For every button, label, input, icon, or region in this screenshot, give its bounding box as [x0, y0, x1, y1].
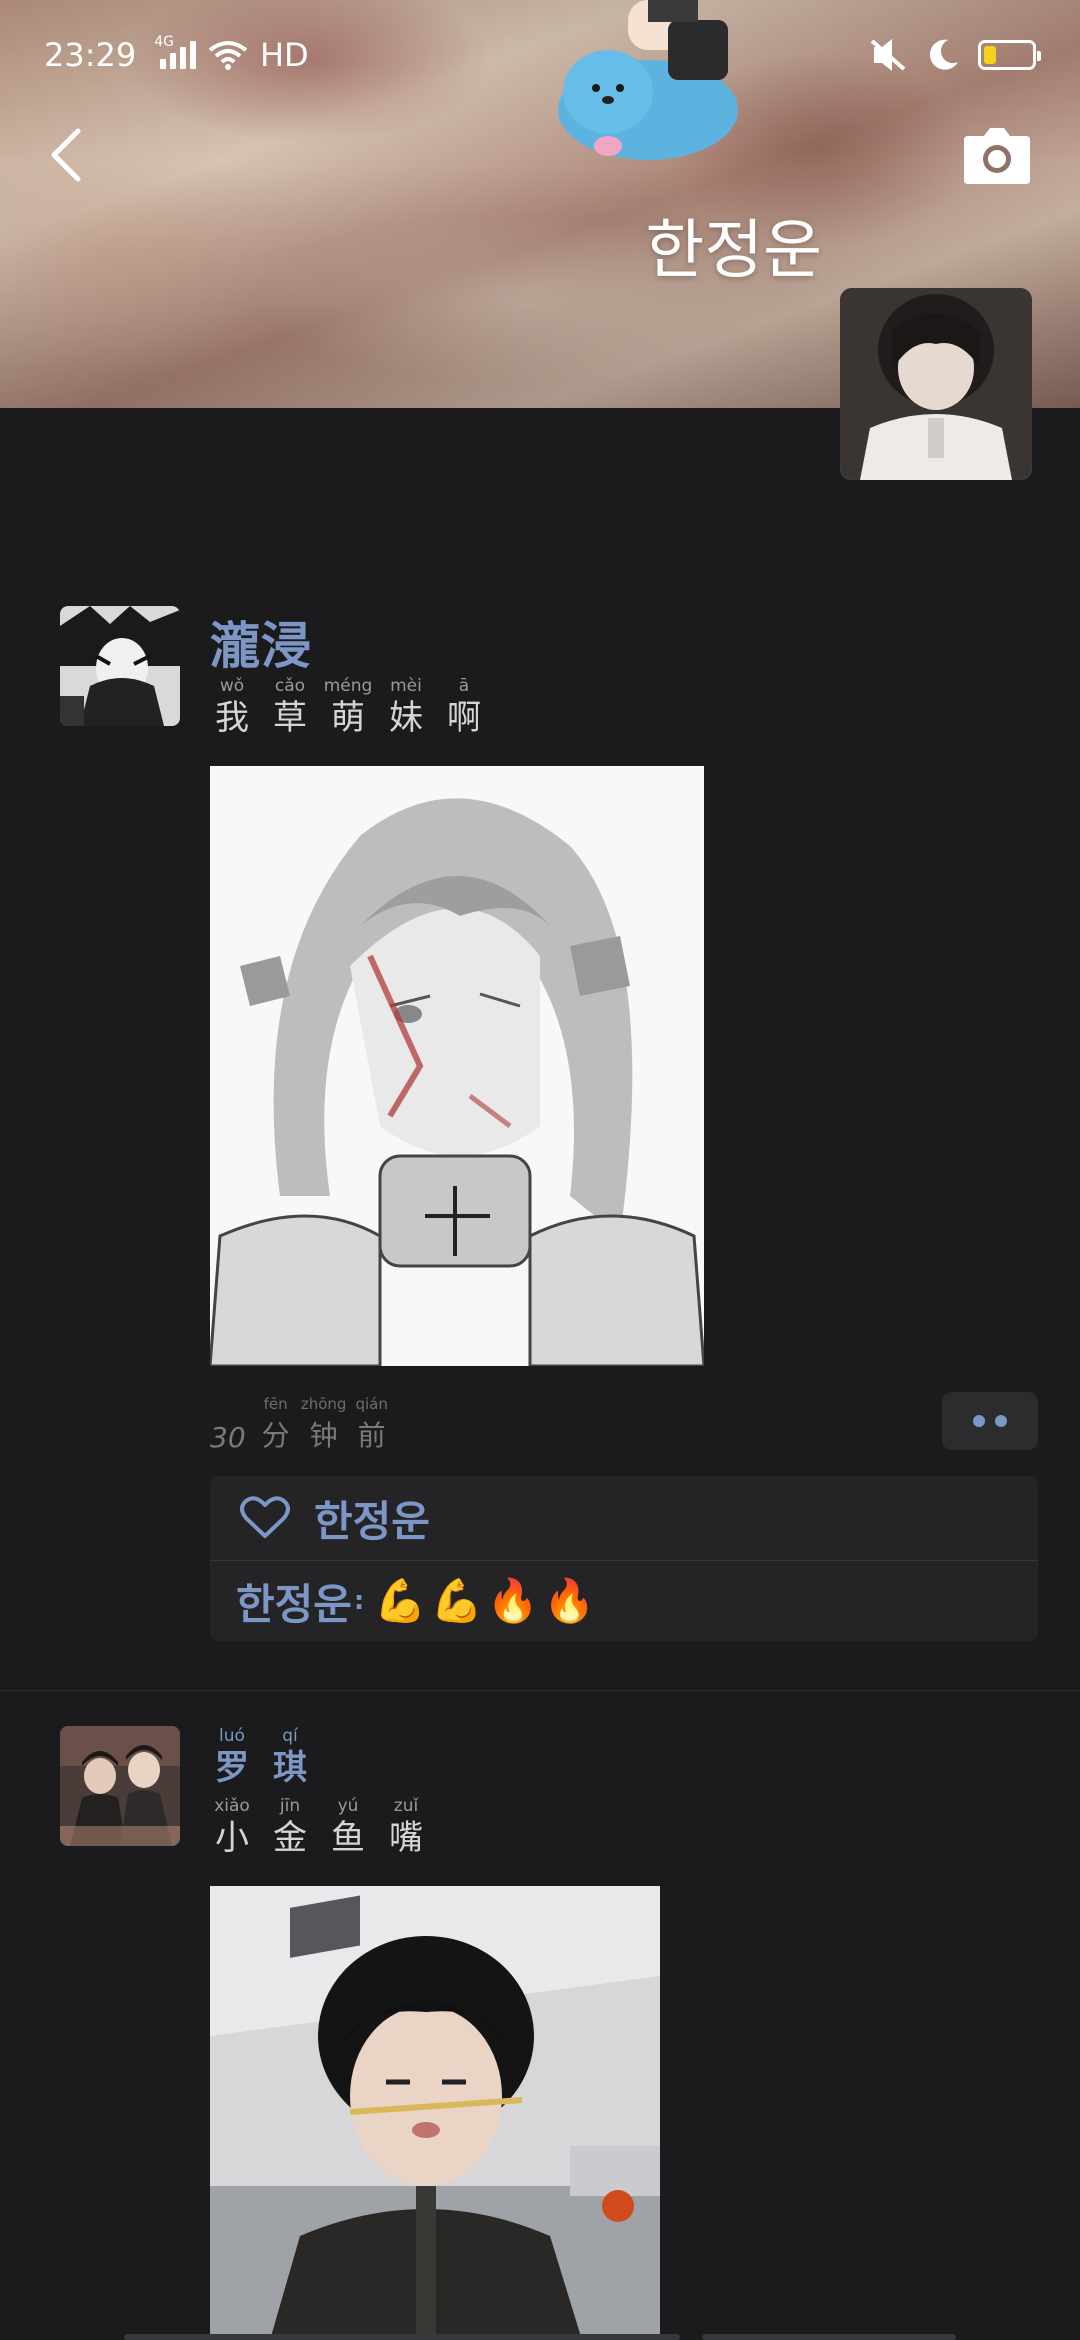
- ruby-char: mèi 妹: [384, 676, 428, 738]
- time-number: 30: [210, 1421, 246, 1454]
- likes-comments-box: 한정운 한정운 : 💪💪🔥🔥: [210, 1476, 1038, 1641]
- feed-divider: [0, 1690, 1080, 1691]
- hd-indicator: HD: [259, 36, 309, 74]
- ruby-char: zuǐ 嘴: [384, 1796, 428, 1858]
- heart-icon: [240, 1496, 290, 1538]
- more-actions-button[interactable]: [942, 1392, 1038, 1450]
- post-author-avatar[interactable]: [60, 606, 180, 726]
- wifi-icon: [208, 41, 248, 70]
- hanzi: 钟: [309, 1419, 338, 1452]
- moon-icon: [929, 39, 958, 70]
- profile-name[interactable]: 한정운: [645, 206, 822, 296]
- comment-item[interactable]: 한정운 : 💪💪🔥🔥: [210, 1561, 1038, 1641]
- hanzi: 小: [215, 1818, 249, 1858]
- ruby-char: méng 萌: [323, 676, 373, 738]
- pinyin: jīn: [279, 1796, 301, 1816]
- hanzi: 分: [261, 1419, 290, 1452]
- ruby-char: zhōng 钟: [300, 1394, 347, 1456]
- photo-image: [210, 1886, 660, 2340]
- hanzi: 嘴: [389, 1818, 423, 1858]
- mute-icon: [870, 39, 906, 71]
- back-button[interactable]: [36, 120, 96, 190]
- profile-avatar[interactable]: [840, 288, 1032, 480]
- status-left: 23:29 4G HD: [44, 34, 309, 74]
- dot-icon: [995, 1415, 1007, 1427]
- ruby-char: qián 前: [350, 1394, 394, 1456]
- pinyin: wǒ: [219, 676, 245, 696]
- hanzi: 前: [357, 1419, 386, 1452]
- ruby-char: fēn 分: [254, 1394, 298, 1456]
- post-author-avatar[interactable]: [60, 1726, 180, 1846]
- drawing-image: [210, 766, 704, 1366]
- ruby-char: wǒ 我: [210, 676, 254, 738]
- post-content: wǒ 我 cǎo 草 méng 萌 mèi 妹 ā 啊: [210, 676, 486, 738]
- bottom-toolbar-hint: [124, 2334, 680, 2340]
- post-content: xiǎo 小 jīn 金 yú 鱼 zuǐ 嘴: [210, 1796, 428, 1858]
- pinyin: ā: [458, 676, 470, 696]
- status-time: 23:29: [44, 36, 137, 74]
- status-right: [868, 37, 1041, 73]
- pinyin: zuǐ: [393, 1796, 419, 1816]
- ruby-char: xiǎo 小: [210, 1796, 254, 1858]
- pinyin: méng: [323, 676, 373, 696]
- battery-icon: [978, 40, 1041, 70]
- hanzi: 啊: [447, 698, 481, 738]
- pinyin: luó: [219, 1726, 245, 1746]
- hanzi: 金: [273, 1818, 307, 1858]
- comment-user-name[interactable]: 한정운: [236, 1571, 352, 1632]
- pinyin: qí: [282, 1726, 298, 1746]
- bottom-toolbar-hint: [702, 2334, 956, 2340]
- pinyin: fēn: [263, 1395, 288, 1413]
- ruby-char: luó 罗: [210, 1726, 254, 1788]
- likes-row: 한정운: [210, 1476, 1038, 1560]
- pinyin: cǎo: [274, 676, 306, 696]
- hanzi: 萌: [331, 698, 365, 738]
- signal-icon: [159, 41, 196, 69]
- post-time: 30 fēn 分 zhōng 钟 qián 前: [210, 1394, 394, 1456]
- hanzi: 鱼: [331, 1818, 365, 1858]
- pinyin: zhōng: [300, 1395, 347, 1413]
- hanzi: 琪: [273, 1748, 307, 1788]
- post-author-name[interactable]: 瀧浸: [210, 606, 312, 678]
- post-author-name[interactable]: luó 罗 qí 琪: [210, 1726, 312, 1788]
- time-unit: fēn 分 zhōng 钟 qián 前: [254, 1394, 394, 1456]
- battery-fill: [984, 46, 996, 64]
- pinyin: qián: [355, 1395, 388, 1413]
- pinyin: mèi: [390, 676, 422, 696]
- hanzi: 我: [215, 698, 249, 738]
- post-image[interactable]: [210, 1886, 660, 2340]
- camera-icon[interactable]: [962, 126, 1032, 186]
- pinyin: yú: [337, 1796, 359, 1816]
- ruby-char: jīn 金: [268, 1796, 312, 1858]
- hanzi: 妹: [389, 698, 423, 738]
- like-user-name[interactable]: 한정운: [314, 1488, 430, 1549]
- chevron-left-icon: [51, 128, 81, 182]
- status-bar: 23:29 4G HD: [0, 0, 1080, 110]
- pinyin: xiǎo: [214, 1796, 250, 1816]
- avatar-image: [840, 288, 1032, 480]
- ruby-char: yú 鱼: [326, 1796, 370, 1858]
- post-image[interactable]: [210, 766, 704, 1366]
- ruby-char: qí 琪: [268, 1726, 312, 1788]
- comment-text: 💪💪🔥🔥: [374, 1576, 600, 1625]
- hanzi: 草: [273, 698, 307, 738]
- hanzi: 罗: [215, 1748, 249, 1788]
- dot-icon: [973, 1415, 985, 1427]
- ruby-char: ā啊: [442, 676, 486, 738]
- comment-separator: :: [353, 1586, 365, 1616]
- ruby-char: cǎo 草: [268, 676, 312, 738]
